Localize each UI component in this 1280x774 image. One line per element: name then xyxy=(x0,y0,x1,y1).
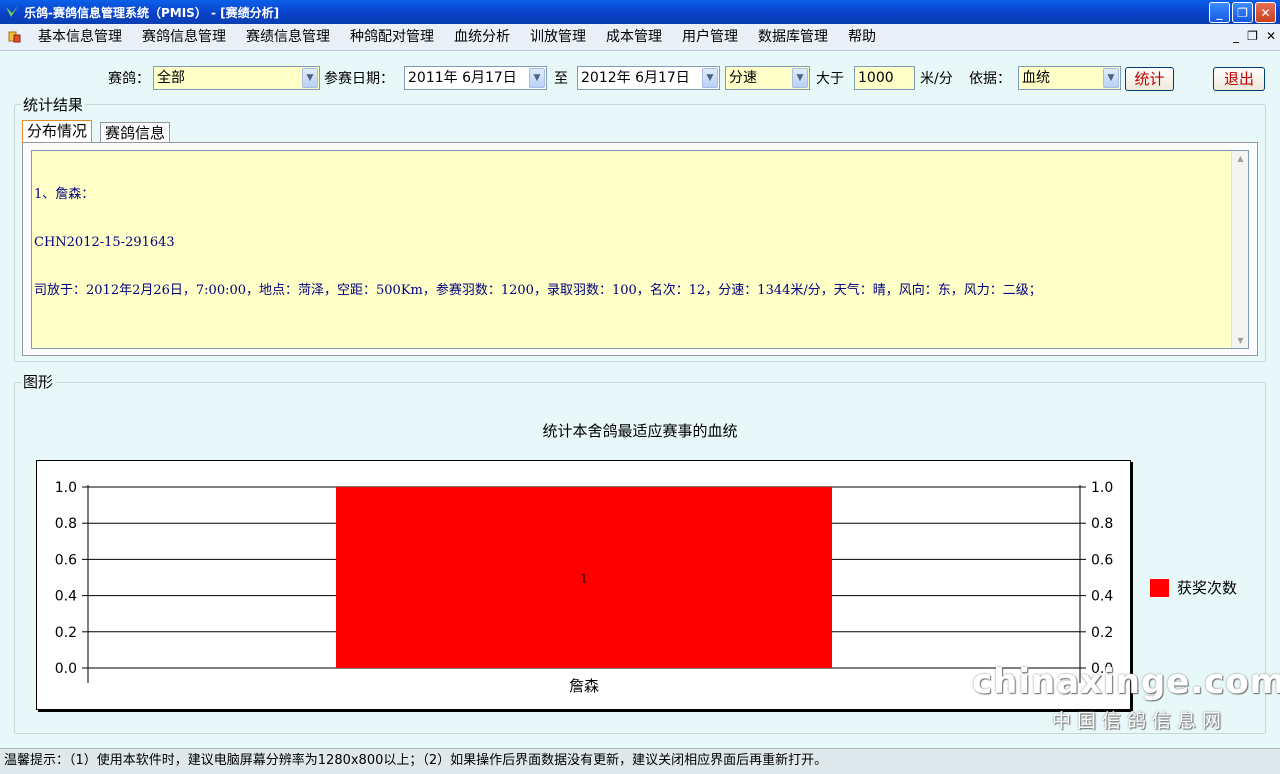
date-to-value: 2012年 6月17日 xyxy=(581,70,690,86)
mdi-close-button[interactable]: ✕ xyxy=(1266,29,1276,43)
y-tick-label-left: 0.4 xyxy=(55,589,77,605)
pigeon-label: 赛鸽： xyxy=(108,71,150,87)
exit-button[interactable]: 退出 xyxy=(1213,67,1265,91)
chart-title: 统计本舍鸽最适应赛事的血统 xyxy=(542,422,738,440)
filter-row: 赛鸽： 全部 ▼ 参赛日期： 2011年 6月17日 ▼ 至 2012年 6月1… xyxy=(0,64,1280,92)
chevron-down-icon[interactable]: ▼ xyxy=(529,68,545,88)
window-controls: _ ❐ ✕ xyxy=(1209,2,1276,23)
date-from-value: 2011年 6月17日 xyxy=(408,70,517,86)
legend-label: 获奖次数 xyxy=(1177,579,1238,597)
chevron-down-icon[interactable]: ▼ xyxy=(702,68,718,88)
unit-label: 米/分 xyxy=(920,71,953,87)
watermark-site-name: 中国信鸽信息网 xyxy=(1052,710,1228,732)
minimize-button[interactable]: _ xyxy=(1209,2,1230,23)
y-tick-label-right: 1.0 xyxy=(1091,480,1113,496)
results-group-title: 统计结果 xyxy=(21,94,86,115)
chart-frame: 0.0 0.0 0.2 0.2 0.4 0.4 0.6 0.6 0.8 0.8 1.0 1.0 1 詹森 xyxy=(36,460,1131,710)
basis-select[interactable]: 血统 ▼ xyxy=(1018,66,1121,90)
menu-cost[interactable]: 成本管理 xyxy=(596,24,672,51)
menu-help[interactable]: 帮助 xyxy=(838,24,886,51)
x-tick-label: 詹森 xyxy=(569,677,599,695)
restore-button[interactable]: ❐ xyxy=(1232,2,1253,23)
stat-button[interactable]: 统计 xyxy=(1125,67,1174,91)
menu-breeding-pairs[interactable]: 种鸽配对管理 xyxy=(340,24,444,51)
mdi-controls: _ ❐ ✕ xyxy=(1233,29,1276,43)
scroll-up-icon[interactable]: ▲ xyxy=(1233,151,1248,166)
chevron-down-icon[interactable]: ▼ xyxy=(302,68,318,88)
menu-pedigree-analysis[interactable]: 血统分析 xyxy=(444,24,520,51)
y-tick-label-right: 0.4 xyxy=(1091,589,1113,605)
menu-race-results[interactable]: 赛绩信息管理 xyxy=(236,24,340,51)
legend-swatch xyxy=(1150,578,1169,597)
pigeon-select-value: 全部 xyxy=(157,70,185,86)
tab-distribution[interactable]: 分布情况 xyxy=(22,120,93,143)
bar-chart: 0.0 0.00.2 0.20.4 0.40.6 0.60.8 0.81.0 1.01詹森 xyxy=(55,480,1114,695)
status-bar: 温馨提示：（1）使用本软件时，建议电脑屏幕分辨率为1280x800以上；（2）如… xyxy=(0,748,1280,774)
y-tick-label-left: 0.2 xyxy=(55,625,77,641)
tab-pigeon-info[interactable]: 赛鸽信息 xyxy=(100,122,171,144)
chevron-down-icon[interactable]: ▼ xyxy=(792,68,808,88)
menu-basic-info[interactable]: 基本信息管理 xyxy=(28,24,132,51)
greater-label: 大于 xyxy=(816,71,844,87)
y-tick-label-left: 0.8 xyxy=(55,516,77,532)
result-line: 司放于：2012年2月26日，7:00:00，地点：菏泽，空距：500Km，参赛… xyxy=(34,283,1042,298)
date-from-picker[interactable]: 2011年 6月17日 ▼ xyxy=(404,66,547,90)
y-tick-label-left: 1.0 xyxy=(55,480,77,496)
menu-users[interactable]: 用户管理 xyxy=(672,24,748,51)
mdi-minimize-button[interactable]: _ xyxy=(1233,29,1239,43)
pigeon-select[interactable]: 全部 ▼ xyxy=(153,66,320,90)
y-tick-label-right: 0.8 xyxy=(1091,516,1113,532)
watermark-domain: chinaxinge.com xyxy=(972,662,1280,702)
y-tick-label-left: 0.6 xyxy=(55,552,77,568)
menu-training[interactable]: 训放管理 xyxy=(520,24,596,51)
menu-bar: 基本信息管理 赛鸽信息管理 赛绩信息管理 种鸽配对管理 血统分析 训放管理 成本… xyxy=(0,24,1280,51)
result-line: CHN2012-15-291643 xyxy=(34,235,175,250)
scroll-down-icon[interactable]: ▼ xyxy=(1233,333,1248,348)
graph-group-title: 图形 xyxy=(21,371,56,392)
metric-select[interactable]: 分速 ▼ xyxy=(725,66,810,90)
threshold-input[interactable]: 1000 xyxy=(854,66,915,90)
result-line: 1、詹森： xyxy=(34,187,95,202)
document-icon xyxy=(8,31,21,43)
app-logo-icon xyxy=(6,6,18,17)
tab-panel: 1、詹森： CHN2012-15-291643 司放于：2012年2月26日，7… xyxy=(22,142,1258,356)
window-title: 乐鸽-赛鸽信息管理系统（PMIS） - [赛绩分析] xyxy=(24,5,280,20)
to-label: 至 xyxy=(554,71,568,87)
vertical-scrollbar[interactable]: ▲ ▼ xyxy=(1231,151,1248,348)
result-textarea[interactable]: 1、詹森： CHN2012-15-291643 司放于：2012年2月26日，7… xyxy=(31,150,1249,349)
menu-pigeon-info[interactable]: 赛鸽信息管理 xyxy=(132,24,236,51)
menu-database[interactable]: 数据库管理 xyxy=(748,24,838,51)
chart-legend: 获奖次数 xyxy=(1150,577,1237,598)
date-label: 参赛日期： xyxy=(324,71,394,87)
basis-select-value: 血统 xyxy=(1022,70,1050,86)
y-tick-label-left: 0.0 xyxy=(55,661,77,677)
chevron-down-icon[interactable]: ▼ xyxy=(1103,68,1119,88)
title-bar: 乐鸽-赛鸽信息管理系统（PMIS） - [赛绩分析] _ ❐ ✕ xyxy=(0,0,1280,24)
close-button[interactable]: ✕ xyxy=(1255,2,1276,23)
basis-label: 依据： xyxy=(969,71,1011,87)
y-tick-label-right: 0.2 xyxy=(1091,625,1113,641)
mdi-restore-button[interactable]: ❐ xyxy=(1247,29,1258,43)
bar-data-label: 1 xyxy=(580,572,588,586)
metric-select-value: 分速 xyxy=(729,70,757,86)
y-tick-label-right: 0.6 xyxy=(1091,552,1113,568)
date-to-picker[interactable]: 2012年 6月17日 ▼ xyxy=(577,66,720,90)
